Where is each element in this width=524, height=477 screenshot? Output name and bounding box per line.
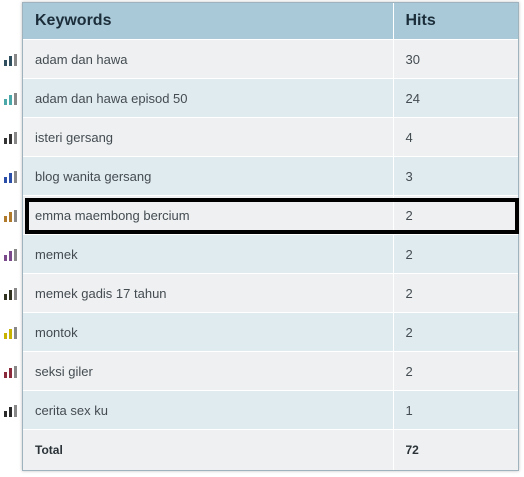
hits-cell: 2 — [392, 273, 518, 313]
table-row[interactable]: adam dan hawa 30 — [23, 39, 518, 79]
hits-cell: 30 — [392, 39, 518, 79]
hits-cell: 2 — [392, 234, 518, 274]
total-hits: 72 — [392, 429, 518, 470]
keyword-cell: emma maembong bercium — [23, 195, 393, 235]
column-header-hits[interactable]: Hits — [393, 3, 518, 40]
keyword-cell: adam dan hawa — [23, 39, 393, 79]
bar-chart-icon[interactable] — [4, 366, 17, 378]
bar-chart-icon[interactable] — [4, 405, 17, 417]
row-icon-slot — [0, 78, 20, 117]
row-icon-slot — [0, 273, 20, 312]
keywords-table-panel: Keywords Hits adam dan hawa 30 adam dan … — [22, 2, 519, 471]
hits-cell: 3 — [392, 156, 518, 196]
keyword-cell: blog wanita gersang — [23, 156, 393, 196]
hits-cell: 4 — [392, 117, 518, 157]
keyword-cell: memek — [23, 234, 393, 274]
keyword-cell: cerita sex ku — [23, 390, 393, 430]
row-icon-slot — [0, 195, 20, 234]
hits-cell: 2 — [392, 312, 518, 352]
table-header-row: Keywords Hits — [23, 3, 518, 40]
row-icon-slot — [0, 312, 20, 351]
keyword-cell: montok — [23, 312, 393, 352]
table-row[interactable]: adam dan hawa episod 50 24 — [23, 78, 518, 118]
table-row[interactable]: isteri gersang 4 — [23, 117, 518, 157]
table-row[interactable]: cerita sex ku 1 — [23, 390, 518, 430]
bar-chart-icon[interactable] — [4, 54, 17, 66]
row-icon-slot — [0, 351, 20, 390]
table-row[interactable]: memek 2 — [23, 234, 518, 274]
row-icon-slot — [0, 156, 20, 195]
keyword-cell: adam dan hawa episod 50 — [23, 78, 393, 118]
row-icon-slot — [0, 117, 20, 156]
hits-cell: 1 — [392, 390, 518, 430]
table-row[interactable]: blog wanita gersang 3 — [23, 156, 518, 196]
keywords-table: Keywords Hits adam dan hawa 30 adam dan … — [23, 3, 518, 470]
keyword-cell: memek gadis 17 tahun — [23, 273, 393, 313]
row-icon-slot — [0, 39, 20, 78]
row-icon-slot — [0, 390, 20, 429]
bar-chart-icon[interactable] — [4, 132, 17, 144]
bar-chart-icon[interactable] — [4, 210, 17, 222]
bar-chart-icon[interactable] — [4, 327, 17, 339]
hits-cell: 2 — [392, 351, 518, 391]
hits-cell: 2 — [392, 195, 518, 235]
keyword-cell: seksi giler — [23, 351, 393, 391]
bar-chart-icon[interactable] — [4, 171, 17, 183]
table-row[interactable]: seksi giler 2 — [23, 351, 518, 391]
hits-cell: 24 — [392, 78, 518, 118]
row-icon-slot — [0, 234, 20, 273]
total-label: Total — [23, 429, 393, 470]
row-icon-column — [0, 39, 20, 429]
total-row: Total 72 — [23, 429, 518, 470]
table-row[interactable]: memek gadis 17 tahun 2 — [23, 273, 518, 313]
bar-chart-icon[interactable] — [4, 249, 17, 261]
bar-chart-icon[interactable] — [4, 288, 17, 300]
column-header-keywords[interactable]: Keywords — [23, 3, 394, 40]
table-row[interactable]: emma maembong bercium 2 — [23, 195, 518, 235]
bar-chart-icon[interactable] — [4, 93, 17, 105]
table-row[interactable]: montok 2 — [23, 312, 518, 352]
keyword-cell: isteri gersang — [23, 117, 393, 157]
